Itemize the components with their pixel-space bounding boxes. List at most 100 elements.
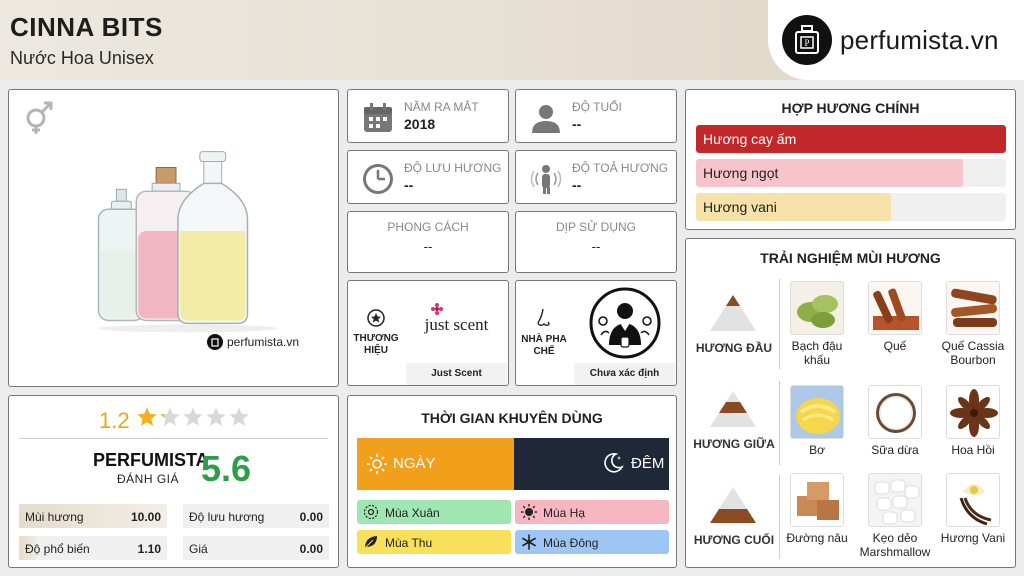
middle-notes-label: HƯƠNG GIỮA <box>693 437 775 451</box>
perfumista-rating-label: PERFUMISTA <box>93 450 209 470</box>
note-image-butter[interactable] <box>790 385 844 439</box>
stat-longevity: Độ lưu hương 0.00 <box>183 504 329 528</box>
note-name: Kẹo dẻo Marshmallow <box>859 531 931 559</box>
star-icon[interactable] <box>228 406 250 428</box>
sillage-person-icon <box>530 165 562 194</box>
star-icon[interactable] <box>136 406 158 428</box>
longevity-card: Độ lưu hương -- <box>347 150 509 204</box>
note-name: Hoa Hồi <box>951 443 995 457</box>
main-accords-card: HỢP HƯƠNG CHÍNH Hương cay ấm Hương ngọt Hư… <box>685 89 1016 230</box>
top-notes-label: HƯƠNG ĐẦU <box>695 341 773 355</box>
user-rating-value: 1.2 <box>99 408 130 433</box>
scent-notes-card: TRẢI NGHIỆM MÙI HƯƠNG HƯƠNG ĐẦU HƯƠNG GI… <box>685 238 1016 568</box>
age-card: Độ tuổi -- <box>515 89 677 143</box>
nose-icon <box>537 308 550 327</box>
star-rating[interactable] <box>136 406 250 428</box>
brand-logo-text: just scent <box>424 315 489 334</box>
note-image-star-anise[interactable] <box>946 385 1000 439</box>
note-image-cassia[interactable] <box>946 281 1000 335</box>
perfumer-label-group: NHÀ PHA CHẾ <box>516 281 572 385</box>
brand-card[interactable]: THƯƠNG HIỆU just scent Just Scent <box>347 280 509 386</box>
day-label: NGÀY <box>393 455 436 472</box>
perfumista-score: 5.6 <box>201 448 252 489</box>
perfumer-avatar[interactable] <box>574 283 675 363</box>
star-icon[interactable] <box>159 406 181 428</box>
brand-label-line2: HIỆU <box>364 345 388 356</box>
note-image-cinnamon[interactable] <box>868 281 922 335</box>
perfume-subtitle: Nước Hoa Unisex <box>10 48 154 68</box>
note-image-brown-sugar[interactable] <box>790 473 844 527</box>
stat-popularity: Độ phổ biến 1.10 <box>19 536 167 560</box>
base-notes-label: HƯƠNG CUỐI <box>693 533 775 547</box>
star-icon[interactable] <box>205 406 227 428</box>
season-summer[interactable]: Mùa Hạ <box>515 500 669 524</box>
note-name: Hương Vani <box>940 531 1006 545</box>
season-winter[interactable]: Mùa Đông <box>515 530 669 554</box>
launch-year-label: Năm ra mắt <box>404 100 479 114</box>
age-label: Độ tuổi <box>572 100 622 114</box>
style-card: Phong cách -- <box>347 211 509 273</box>
sun-icon <box>367 454 387 474</box>
pyramid-middle-icon <box>710 391 756 427</box>
perfumer-avatar-icon <box>589 287 660 359</box>
longevity-value: -- <box>404 177 414 193</box>
stat-scent: Mùi hương 10.00 <box>19 504 167 528</box>
note-name: Bơ <box>809 443 825 457</box>
accord-label: Hương vani <box>703 199 777 215</box>
star-badge-icon <box>367 309 385 327</box>
brand-label-group: THƯƠNG HIỆU <box>348 281 404 385</box>
accord-bar: Hương ngọt <box>696 159 1006 187</box>
note-image-vanilla[interactable] <box>946 473 1000 527</box>
note-image-marshmallow[interactable] <box>868 473 922 527</box>
occasion-label: Dịp sử dụng <box>555 220 637 234</box>
perfumer-label-line2: CHẾ <box>533 346 555 357</box>
longevity-label: Độ lưu hương <box>404 161 502 175</box>
sun-solid-icon <box>521 504 537 520</box>
note-name: Quế <box>883 339 907 353</box>
star-icon[interactable] <box>182 406 204 428</box>
flower-icon <box>430 303 443 315</box>
note-image-cardamom[interactable] <box>790 281 844 335</box>
note-image-coconut[interactable] <box>868 385 922 439</box>
site-logo[interactable]: P perfumista.vn <box>768 0 1024 80</box>
note-name: Quế Cassia Bourbon <box>941 339 1005 367</box>
occasion-value: -- <box>591 239 601 254</box>
watermark-text: perfumista.vn <box>227 335 300 349</box>
svg-text:P: P <box>804 38 809 48</box>
leaf-icon <box>364 536 377 549</box>
flower-outline-icon <box>363 504 379 520</box>
note-name: Sữa dừa <box>871 443 919 457</box>
calendar-icon <box>364 103 392 132</box>
day-option[interactable]: NGÀY <box>357 438 514 490</box>
recommended-time-title: THỜI GIAN KHUYÊN DÙNG <box>421 410 603 426</box>
perfume-bottle-logo-icon: P <box>782 15 832 65</box>
sillage-label: Độ toả hương <box>572 161 669 175</box>
site-logo-text: perfumista.vn <box>840 24 999 55</box>
brand-logo[interactable]: just scent <box>406 283 507 363</box>
age-value: -- <box>572 116 582 132</box>
moon-icon <box>604 453 624 473</box>
accord-label: Hương ngọt <box>703 165 779 181</box>
product-image-card: perfumista.vn <box>8 89 339 387</box>
recommended-time-card: THỜI GIAN KHUYÊN DÙNG NGÀY ĐÊM Mùa Xuân … <box>347 395 677 568</box>
brand-name[interactable]: Just Scent <box>406 363 507 385</box>
night-option[interactable]: ĐÊM <box>514 438 669 490</box>
accord-label: Hương cay ấm <box>703 131 797 147</box>
season-spring[interactable]: Mùa Xuân <box>357 500 511 524</box>
image-watermark: perfumista.vn <box>207 334 299 350</box>
perfumista-rating-sub: ĐÁNH GIÁ <box>117 472 180 486</box>
launch-year-card: Năm ra mắt 2018 <box>347 89 509 143</box>
launch-year-value: 2018 <box>404 116 436 132</box>
person-icon <box>532 105 560 133</box>
perfumer-name[interactable]: Chưa xác định <box>574 363 675 385</box>
pyramid-top-icon <box>710 295 756 331</box>
night-label: ĐÊM <box>631 455 665 472</box>
perfume-title: CINNA BITS <box>10 12 163 42</box>
main-accords-title: HỢP HƯƠNG CHÍNH <box>781 100 920 116</box>
note-name: Đường nâu <box>786 531 848 545</box>
page-header: CINNA BITS Nước Hoa Unisex P perfumista.… <box>0 0 1024 80</box>
perfumer-card[interactable]: NHÀ PHA CHẾ Chưa xác định <box>515 280 677 386</box>
stat-price: Giá 0.00 <box>183 536 329 560</box>
season-autumn[interactable]: Mùa Thu <box>357 530 511 554</box>
style-value: -- <box>423 239 433 254</box>
